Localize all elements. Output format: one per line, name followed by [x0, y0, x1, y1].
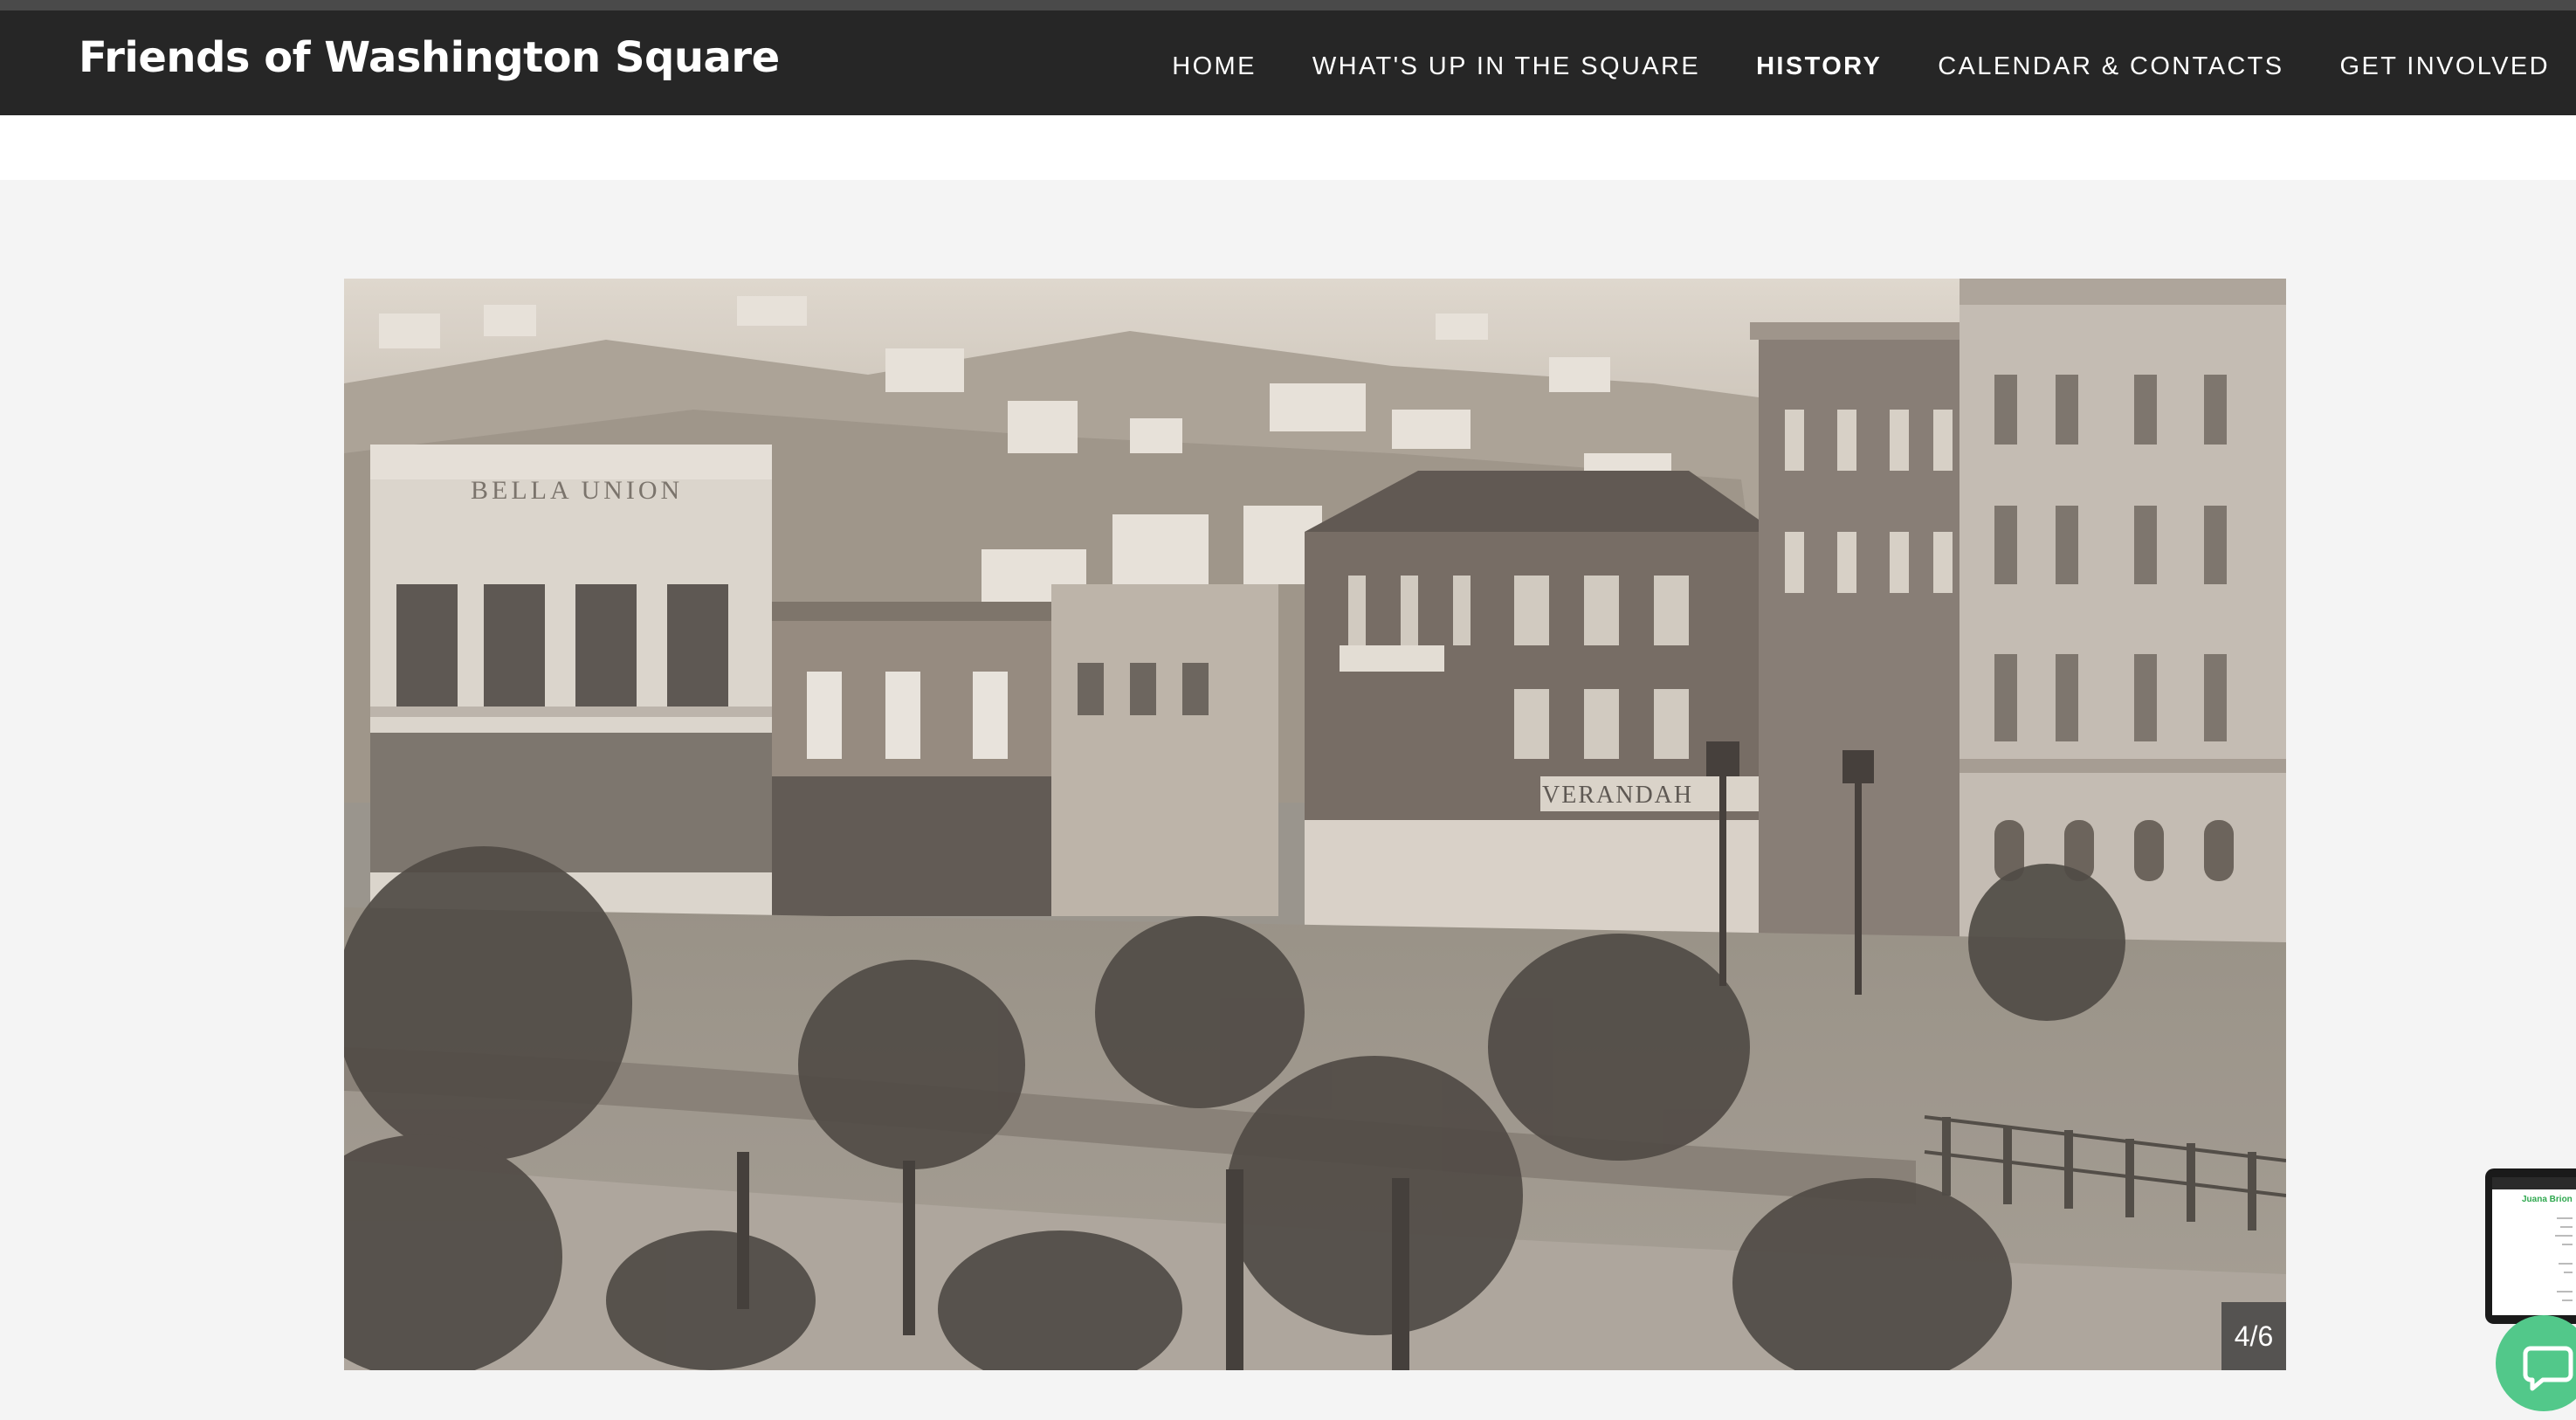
nav-item-get-involved[interactable]: GET INVOLVED: [2340, 52, 2550, 81]
historic-square-photo: BELLA UNION VERANDAH: [344, 279, 2286, 1370]
site-title-link[interactable]: Friends of Washington Square: [79, 33, 780, 82]
site-header: Friends of Washington Square HOME WHAT'S…: [0, 10, 2576, 115]
slide-counter: 4/6: [2221, 1302, 2286, 1370]
preview-text-line: [2562, 1299, 2573, 1301]
top-edge-line: [0, 0, 2576, 10]
nav-item-history[interactable]: HISTORY: [1756, 52, 1882, 81]
preview-text-line: [2564, 1272, 2573, 1273]
preview-text-line: [2557, 1291, 2573, 1292]
preview-title: Juana Brion: [2522, 1195, 2573, 1204]
preview-text-line: [2559, 1263, 2573, 1265]
slideshow-photo[interactable]: BELLA UNION VERANDAH 4/6: [344, 279, 2286, 1370]
preview-text-line: [2557, 1217, 2573, 1219]
header-spacer: [0, 115, 2576, 180]
page-preview-thumbnail[interactable]: Juana Brion: [2485, 1168, 2576, 1324]
nav-item-calendar-contacts[interactable]: CALENDAR & CONTACTS: [1938, 52, 2283, 81]
preview-text-line: [2560, 1226, 2573, 1228]
chat-bubble-icon: [2523, 1346, 2573, 1391]
preview-header-bar: [2492, 1177, 2576, 1189]
nav-item-whats-up[interactable]: WHAT'S UP IN THE SQUARE: [1312, 52, 1700, 81]
preview-text-line: [2555, 1235, 2573, 1237]
nav-item-home[interactable]: HOME: [1172, 52, 1257, 81]
preview-page: Juana Brion: [2492, 1177, 2576, 1315]
preview-text-line: [2562, 1244, 2573, 1245]
main-nav: HOME WHAT'S UP IN THE SQUARE HISTORY CAL…: [1116, 52, 2550, 81]
